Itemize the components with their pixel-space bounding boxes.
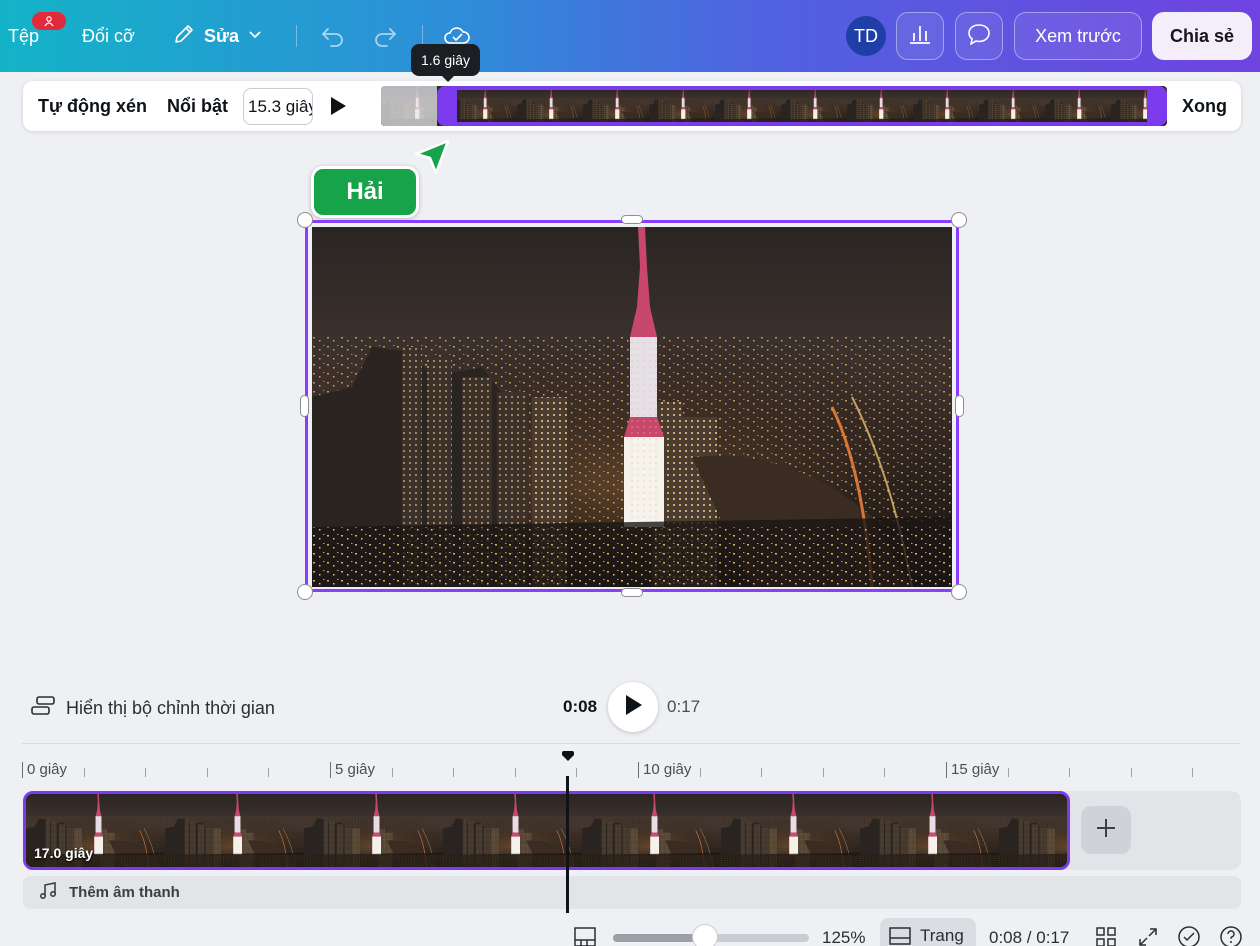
clip-frame [721,794,861,867]
ruler-tick [576,768,577,777]
resize-handle-top-right[interactable] [951,212,967,228]
share-button[interactable]: Chia sẻ [1152,12,1252,60]
grid-view-icon[interactable] [1093,924,1119,946]
collaborator-name-tag: Hải [311,166,419,218]
preview-button[interactable]: Xem trước [1014,12,1142,60]
resize-handle-top-left[interactable] [297,212,313,228]
ruler-tick [1131,768,1132,777]
ruler-tick [884,768,885,777]
ruler-tick [515,768,516,777]
collaborator-cursor-icon [414,139,450,175]
show-timing-button[interactable]: Hiển thị bộ chỉnh thời gian [30,693,275,723]
resize-handle-bottom[interactable] [621,588,643,597]
ruler-tick [453,768,454,777]
add-audio-label: Thêm âm thanh [69,884,180,901]
clip-frame [443,794,583,867]
zoom-slider-knob[interactable] [692,924,719,946]
bar-chart-icon [908,23,932,50]
ruler-tick [392,768,393,777]
redo-icon[interactable] [370,21,400,51]
resize-handle-left[interactable] [300,395,309,417]
playhead[interactable] [566,776,569,913]
music-note-icon [39,881,57,904]
ruler-tick [1069,768,1070,777]
file-menu-button[interactable]: Tệp [8,0,66,72]
clip-frame [304,794,444,867]
resize-handle-right[interactable] [955,395,964,417]
trimmed-out-region [381,86,437,126]
edit-label: Sửa [204,25,240,46]
notification-badge-icon [32,12,66,30]
add-clip-button[interactable] [1081,806,1131,854]
avatar[interactable]: TD [846,16,886,56]
current-time: 0:08 [563,697,598,716]
ruler-tick [1008,768,1009,777]
undo-icon[interactable] [318,21,348,51]
page-time: 0:08 / 0:17 [989,928,1070,946]
toolbar-divider [296,25,297,47]
status-bar: 125% Trang 0:08 / 0:17 [0,918,1260,946]
ruler-label: 0 giây [22,762,67,778]
clip-duration-label: 17.0 giây [34,845,94,861]
resize-handle-top[interactable] [621,215,643,224]
fullscreen-icon[interactable] [1135,924,1161,946]
file-label: Tệp [8,25,40,46]
done-button[interactable]: Xong [1182,81,1227,131]
pages-label: Trang [920,926,964,945]
resize-handle-bottom-right[interactable] [951,584,967,600]
video-clip[interactable]: 17.0 giây [23,791,1070,870]
video-frame-image [312,227,952,587]
play-button[interactable] [608,682,658,732]
resize-button[interactable]: Đổi cỡ [82,0,135,72]
pages-button[interactable]: Trang [880,918,976,946]
pages-icon [888,926,912,946]
add-audio-button[interactable]: Thêm âm thanh [23,876,1241,909]
ruler-label: 15 giây [946,762,999,778]
ruler-tick [823,768,824,777]
ruler-tick [700,768,701,777]
highlight-button[interactable]: Nổi bật [167,81,228,131]
play-icon [623,694,643,721]
edit-menu-button[interactable]: Sửa [172,0,263,72]
resize-handle-bottom-left[interactable] [297,584,313,600]
video-canvas-selection[interactable] [305,220,959,592]
ruler-tick [207,768,208,777]
clip-frame [582,794,722,867]
trim-selection-handle[interactable] [437,86,1167,126]
auto-trim-button[interactable]: Tự động xén [38,81,147,131]
check-circle-icon[interactable] [1176,924,1202,946]
timeline-ruler[interactable]: 0 giây 5 giây 10 giây 15 giây [22,758,1240,782]
help-icon[interactable] [1218,924,1244,946]
insights-button[interactable] [896,12,944,60]
playhead-knob-icon[interactable] [562,751,574,761]
ruler-tick [1192,768,1193,777]
comments-button[interactable] [955,12,1003,60]
ruler-label: 5 giây [330,762,375,778]
ruler-label: 10 giây [638,762,691,778]
pencil-icon [172,22,196,51]
trim-filmstrip[interactable] [381,86,1167,126]
ruler-tick [268,768,269,777]
comment-icon [967,23,991,50]
show-timing-label: Hiển thị bộ chỉnh thời gian [66,697,275,718]
trim-time-tooltip: 1.6 giây [411,44,481,82]
timeline-divider [22,743,1240,744]
timing-icon [30,694,56,723]
clip-frame [165,794,305,867]
total-time: 0:17 [667,697,701,716]
notes-icon[interactable] [572,924,598,946]
ruler-tick [761,768,762,777]
trim-toolbar: Tự động xén Nổi bật 15.3 giây Xong [23,81,1241,131]
top-toolbar: Tệp Đổi cỡ Sửa TD Xem trước Chia sẻ [0,0,1260,72]
clip-frame [860,794,1000,867]
trim-duration-input[interactable]: 15.3 giây [243,88,313,125]
ruler-tick [84,768,85,777]
zoom-percent[interactable]: 125% [822,928,865,946]
plus-icon [1095,814,1117,846]
play-icon[interactable] [328,96,348,116]
clip-frame [999,794,1067,867]
chevron-down-icon [247,26,263,47]
ruler-tick [145,768,146,777]
